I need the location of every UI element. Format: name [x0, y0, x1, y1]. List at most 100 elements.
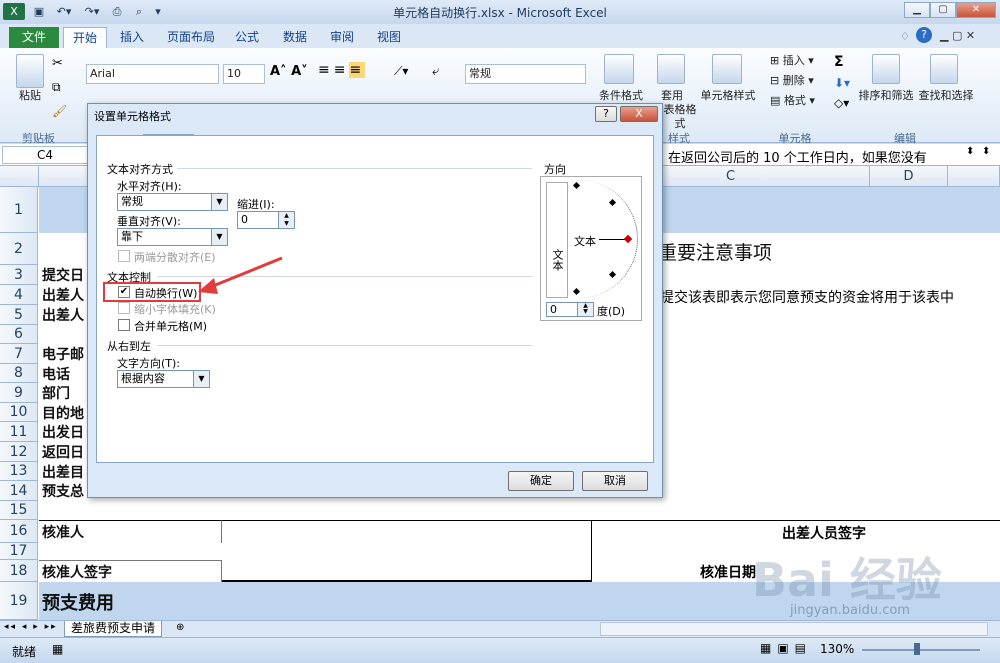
- zoom-thumb[interactable]: [914, 643, 920, 655]
- vertical-align-select[interactable]: 靠下 ▼: [117, 228, 228, 246]
- row-header-10[interactable]: 10: [0, 403, 38, 422]
- select-all-corner[interactable]: [0, 166, 39, 187]
- dialog-close-button[interactable]: X: [620, 106, 658, 122]
- tab-insert[interactable]: 插入: [111, 27, 153, 48]
- cell-a5[interactable]: 出差人: [39, 305, 84, 325]
- row-header-3[interactable]: 3: [0, 265, 38, 285]
- wrap-text-checkbox[interactable]: ✔: [118, 286, 130, 298]
- cell-a14[interactable]: 预支总: [39, 481, 84, 501]
- shrink-fit-checkbox[interactable]: [118, 302, 130, 314]
- formula-scroll-icon[interactable]: ⬍: [982, 146, 990, 157]
- cell-a18[interactable]: 核准人签字: [39, 560, 222, 582]
- copy-icon[interactable]: ⧉: [52, 80, 61, 95]
- cell-a13[interactable]: 出差目: [39, 462, 84, 481]
- wrap-text-icon[interactable]: ⤶: [432, 64, 439, 79]
- minimize-button[interactable]: ▁: [904, 2, 930, 18]
- tab-view[interactable]: 视图: [368, 27, 410, 48]
- cell-c18[interactable]: 核准日期: [700, 562, 756, 582]
- insert-cells-button[interactable]: ⊞ 插入 ▾: [770, 54, 830, 68]
- degree-spinner[interactable]: 0 ▲ ▼: [546, 302, 594, 317]
- view-buttons[interactable]: ▦▣▤: [760, 641, 812, 655]
- row-header-17[interactable]: 17: [0, 543, 38, 560]
- cell-style-label[interactable]: 单元格样式: [698, 89, 758, 103]
- cell-c4[interactable]: 提交该表即表示您同意预支的资金将用于该表中: [660, 287, 1000, 307]
- vertical-align-icons[interactable]: ≡≡≡: [318, 62, 392, 86]
- zoom-slider[interactable]: [862, 649, 980, 651]
- tab-formulas[interactable]: 公式: [226, 27, 268, 48]
- dropdown-arrow-icon[interactable]: ▼: [211, 194, 227, 210]
- sort-filter-label[interactable]: 排序和筛选: [856, 89, 916, 103]
- cell-a3[interactable]: 提交日: [39, 265, 84, 285]
- autosum-icon[interactable]: Σ: [834, 54, 844, 70]
- row-header-11[interactable]: 11: [0, 422, 38, 442]
- new-sheet-icon[interactable]: ⊕: [176, 622, 184, 633]
- orientation-icon[interactable]: ⟋▾: [394, 64, 408, 79]
- row-header-6[interactable]: 6: [0, 325, 38, 344]
- spinner-arrows-icon[interactable]: ▲ ▼: [577, 303, 593, 316]
- column-header-d[interactable]: D: [870, 166, 948, 187]
- cell-a11[interactable]: 出发日: [39, 422, 84, 442]
- merge-cells-label[interactable]: 合并单元格(M): [134, 318, 207, 334]
- cell-a4[interactable]: 出差人: [39, 285, 84, 305]
- formula-expand-icon[interactable]: ⬍: [966, 146, 974, 157]
- cell-a10[interactable]: 目的地: [39, 403, 84, 422]
- format-painter-icon[interactable]: 🖌: [52, 104, 67, 118]
- format-cells-button[interactable]: ▤ 格式 ▾: [770, 94, 830, 108]
- find-select-icon[interactable]: [930, 54, 958, 84]
- row-header-7[interactable]: 7: [0, 344, 38, 364]
- cell-a7[interactable]: 电子邮: [39, 344, 84, 364]
- cell-style-icon[interactable]: [712, 54, 742, 84]
- fill-icon[interactable]: ⬇▾: [834, 76, 850, 90]
- row-header-9[interactable]: 9: [0, 383, 38, 403]
- number-format-select[interactable]: 常规: [465, 64, 586, 84]
- cell-a19[interactable]: 预支费用: [39, 584, 114, 620]
- cell-a8[interactable]: 电话: [39, 364, 70, 383]
- wrap-text-label[interactable]: 自动换行(W): [134, 285, 197, 301]
- row-header-15[interactable]: 15: [0, 501, 38, 520]
- cell-c2[interactable]: 重要注意事项: [658, 238, 772, 265]
- spinner-arrows-icon[interactable]: ▲ ▼: [278, 212, 294, 228]
- justify-distributed-checkbox[interactable]: [118, 250, 130, 262]
- ok-button[interactable]: 确定: [508, 471, 574, 491]
- clear-icon[interactable]: ◇▾: [834, 96, 849, 110]
- approver-signature-area[interactable]: [222, 520, 592, 582]
- grow-font-icon[interactable]: A˄ A˅: [270, 64, 308, 79]
- macro-record-icon[interactable]: ▦: [52, 642, 63, 656]
- formula-input[interactable]: 在返回公司后的 10 个工作日内，如果您没有: [668, 147, 964, 166]
- vertical-text-button[interactable]: 文本: [546, 182, 568, 298]
- dropdown-arrow-icon[interactable]: ▼: [193, 371, 209, 387]
- row-header-18[interactable]: 18: [0, 560, 38, 582]
- tab-file[interactable]: 文件: [9, 27, 59, 48]
- cell-a16[interactable]: 核准人: [39, 520, 222, 543]
- sheet-nav-icons[interactable]: ◂◂ ◂ ▸ ▸▸: [4, 622, 58, 632]
- row-header-12[interactable]: 12: [0, 442, 38, 462]
- row-header-2[interactable]: 2: [0, 233, 38, 265]
- table-format-label[interactable]: 套用: [652, 89, 692, 103]
- cell-a9[interactable]: 部门: [39, 383, 70, 403]
- horizontal-scrollbar[interactable]: [600, 622, 988, 636]
- find-select-label[interactable]: 查找和选择: [916, 89, 976, 103]
- help-icon[interactable]: ?: [916, 27, 932, 43]
- name-box[interactable]: C4: [2, 146, 88, 164]
- doc-minimize-icon[interactable]: ▁ ▢ ✕: [940, 29, 975, 42]
- sort-filter-icon[interactable]: [872, 54, 900, 84]
- row-header-13[interactable]: 13: [0, 462, 38, 481]
- tab-data[interactable]: 数据: [274, 27, 316, 48]
- row-header-14[interactable]: 14: [0, 481, 38, 501]
- font-size-select[interactable]: 10: [223, 64, 265, 84]
- cell-d16[interactable]: 出差人员签字: [782, 523, 866, 543]
- text-direction-select[interactable]: 根据内容 ▼: [117, 370, 210, 388]
- tab-home[interactable]: 开始: [63, 27, 108, 48]
- dropdown-arrow-icon[interactable]: ▼: [211, 229, 227, 245]
- dialog-help-button[interactable]: ?: [595, 106, 617, 122]
- cut-icon[interactable]: ✂: [52, 56, 63, 71]
- tab-page-layout[interactable]: 页面布局: [158, 27, 224, 48]
- indent-spinner[interactable]: 0 ▲ ▼: [237, 211, 295, 229]
- paste-icon[interactable]: [16, 54, 44, 88]
- conditional-format-icon[interactable]: [604, 54, 634, 84]
- row-header-4[interactable]: 4: [0, 285, 38, 305]
- table-format-label2[interactable]: 表格格式: [660, 103, 700, 131]
- font-name-select[interactable]: Arial: [86, 64, 219, 84]
- horizontal-align-select[interactable]: 常规 ▼: [117, 193, 228, 211]
- cell-a12[interactable]: 返回日: [39, 442, 84, 462]
